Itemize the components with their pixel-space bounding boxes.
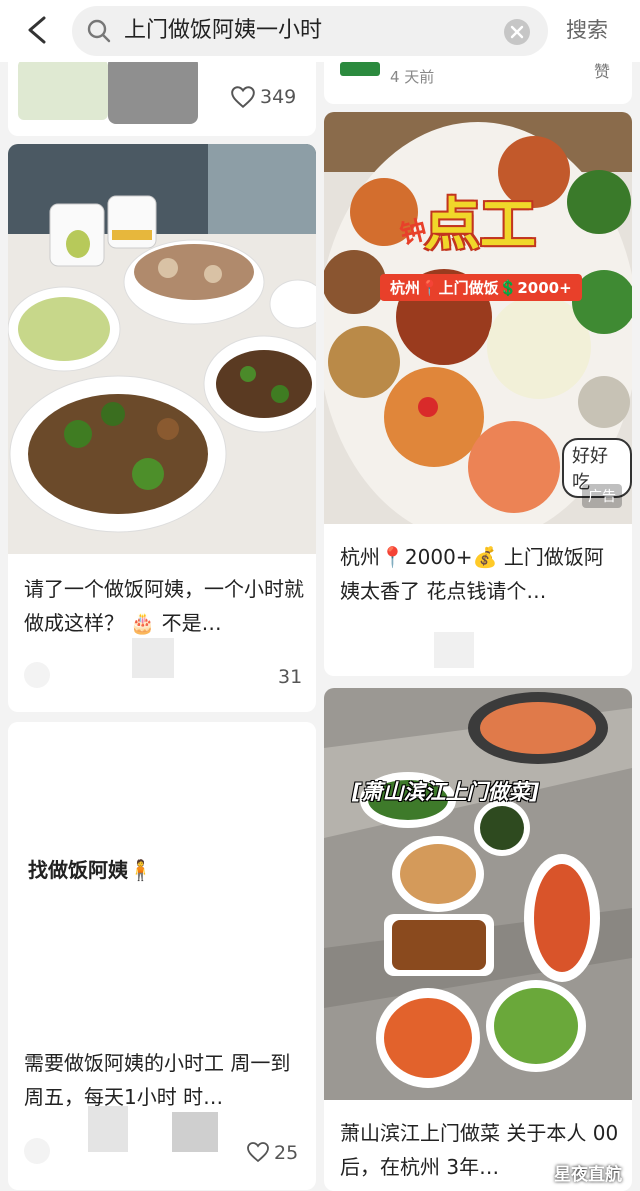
like-count: 25 (274, 1142, 299, 1164)
search-bar[interactable]: 上门做饭阿姨一小时 (72, 6, 548, 56)
blurred-author-name-2 (172, 1112, 218, 1152)
post-time: 4 天前 (390, 68, 435, 86)
search-input[interactable]: 上门做饭阿姨一小时 (124, 16, 322, 46)
note-card-3[interactable]: 找做饭阿姨🧍 需要做饭阿姨的小时工 周一到周五，每天1小时 时… 25 (8, 722, 316, 1190)
note-card-top-left[interactable]: 349 (8, 52, 316, 136)
blurred-author-name (108, 56, 198, 124)
ad-label: 广告 (582, 484, 622, 508)
like-count: 31 (278, 666, 303, 688)
overlay-banner: 杭州📍上门做饭💲2000+ (380, 274, 582, 301)
note-title: 需要做饭阿姨的小时工 周一到周五，每天1小时 时… (24, 1051, 291, 1109)
note-card-4[interactable]: [萧山滨江上门做菜] 萧山滨江上门做菜 关于本人 00后，在杭州 3年… 星夜直… (324, 688, 632, 1191)
blurred-author-name (88, 1106, 128, 1152)
blurred-author-name (132, 638, 174, 678)
overlay-title: 点工 (424, 193, 536, 258)
back-button[interactable] (18, 10, 58, 50)
dishes-photo (324, 688, 632, 1100)
avatar (24, 662, 50, 688)
avatar (24, 1138, 50, 1164)
overlay-title: [萧山滨江上门做菜] (352, 780, 540, 804)
cover-text: 找做饭阿姨🧍 (28, 858, 153, 882)
clear-icon (510, 25, 524, 39)
note-card-1[interactable]: 请了一个做饭阿姨，一个小时就做成这样？ 🎂 不是… 31 (8, 144, 316, 712)
author-logo (340, 62, 380, 76)
back-arrow-icon (28, 16, 46, 44)
search-icon (87, 19, 111, 43)
note-title: 杭州📍2000+💰 上门做饭阿姨太香了 花点钱请个… (340, 545, 604, 603)
top-bar: 上门做饭阿姨一小时 搜索 (0, 0, 640, 62)
note-card-2-ad[interactable]: 钟 点工 杭州📍上门做饭💲2000+ 好好吃 广告 杭州📍2000+💰 上门做饭… (324, 112, 632, 676)
search-button[interactable]: 搜索 (566, 14, 608, 46)
blurred-author-name (434, 632, 474, 668)
like-count: 349 (260, 86, 297, 108)
note-title: 请了一个做饭阿姨，一个小时就做成这样？ 🎂 不是… (24, 577, 304, 635)
food-photo (8, 144, 316, 554)
heart-icon[interactable] (230, 84, 256, 110)
clear-button[interactable] (504, 19, 530, 45)
blurred-author (18, 60, 108, 120)
heart-icon[interactable] (246, 1140, 270, 1164)
watermark: 星夜直航 (554, 1165, 622, 1185)
